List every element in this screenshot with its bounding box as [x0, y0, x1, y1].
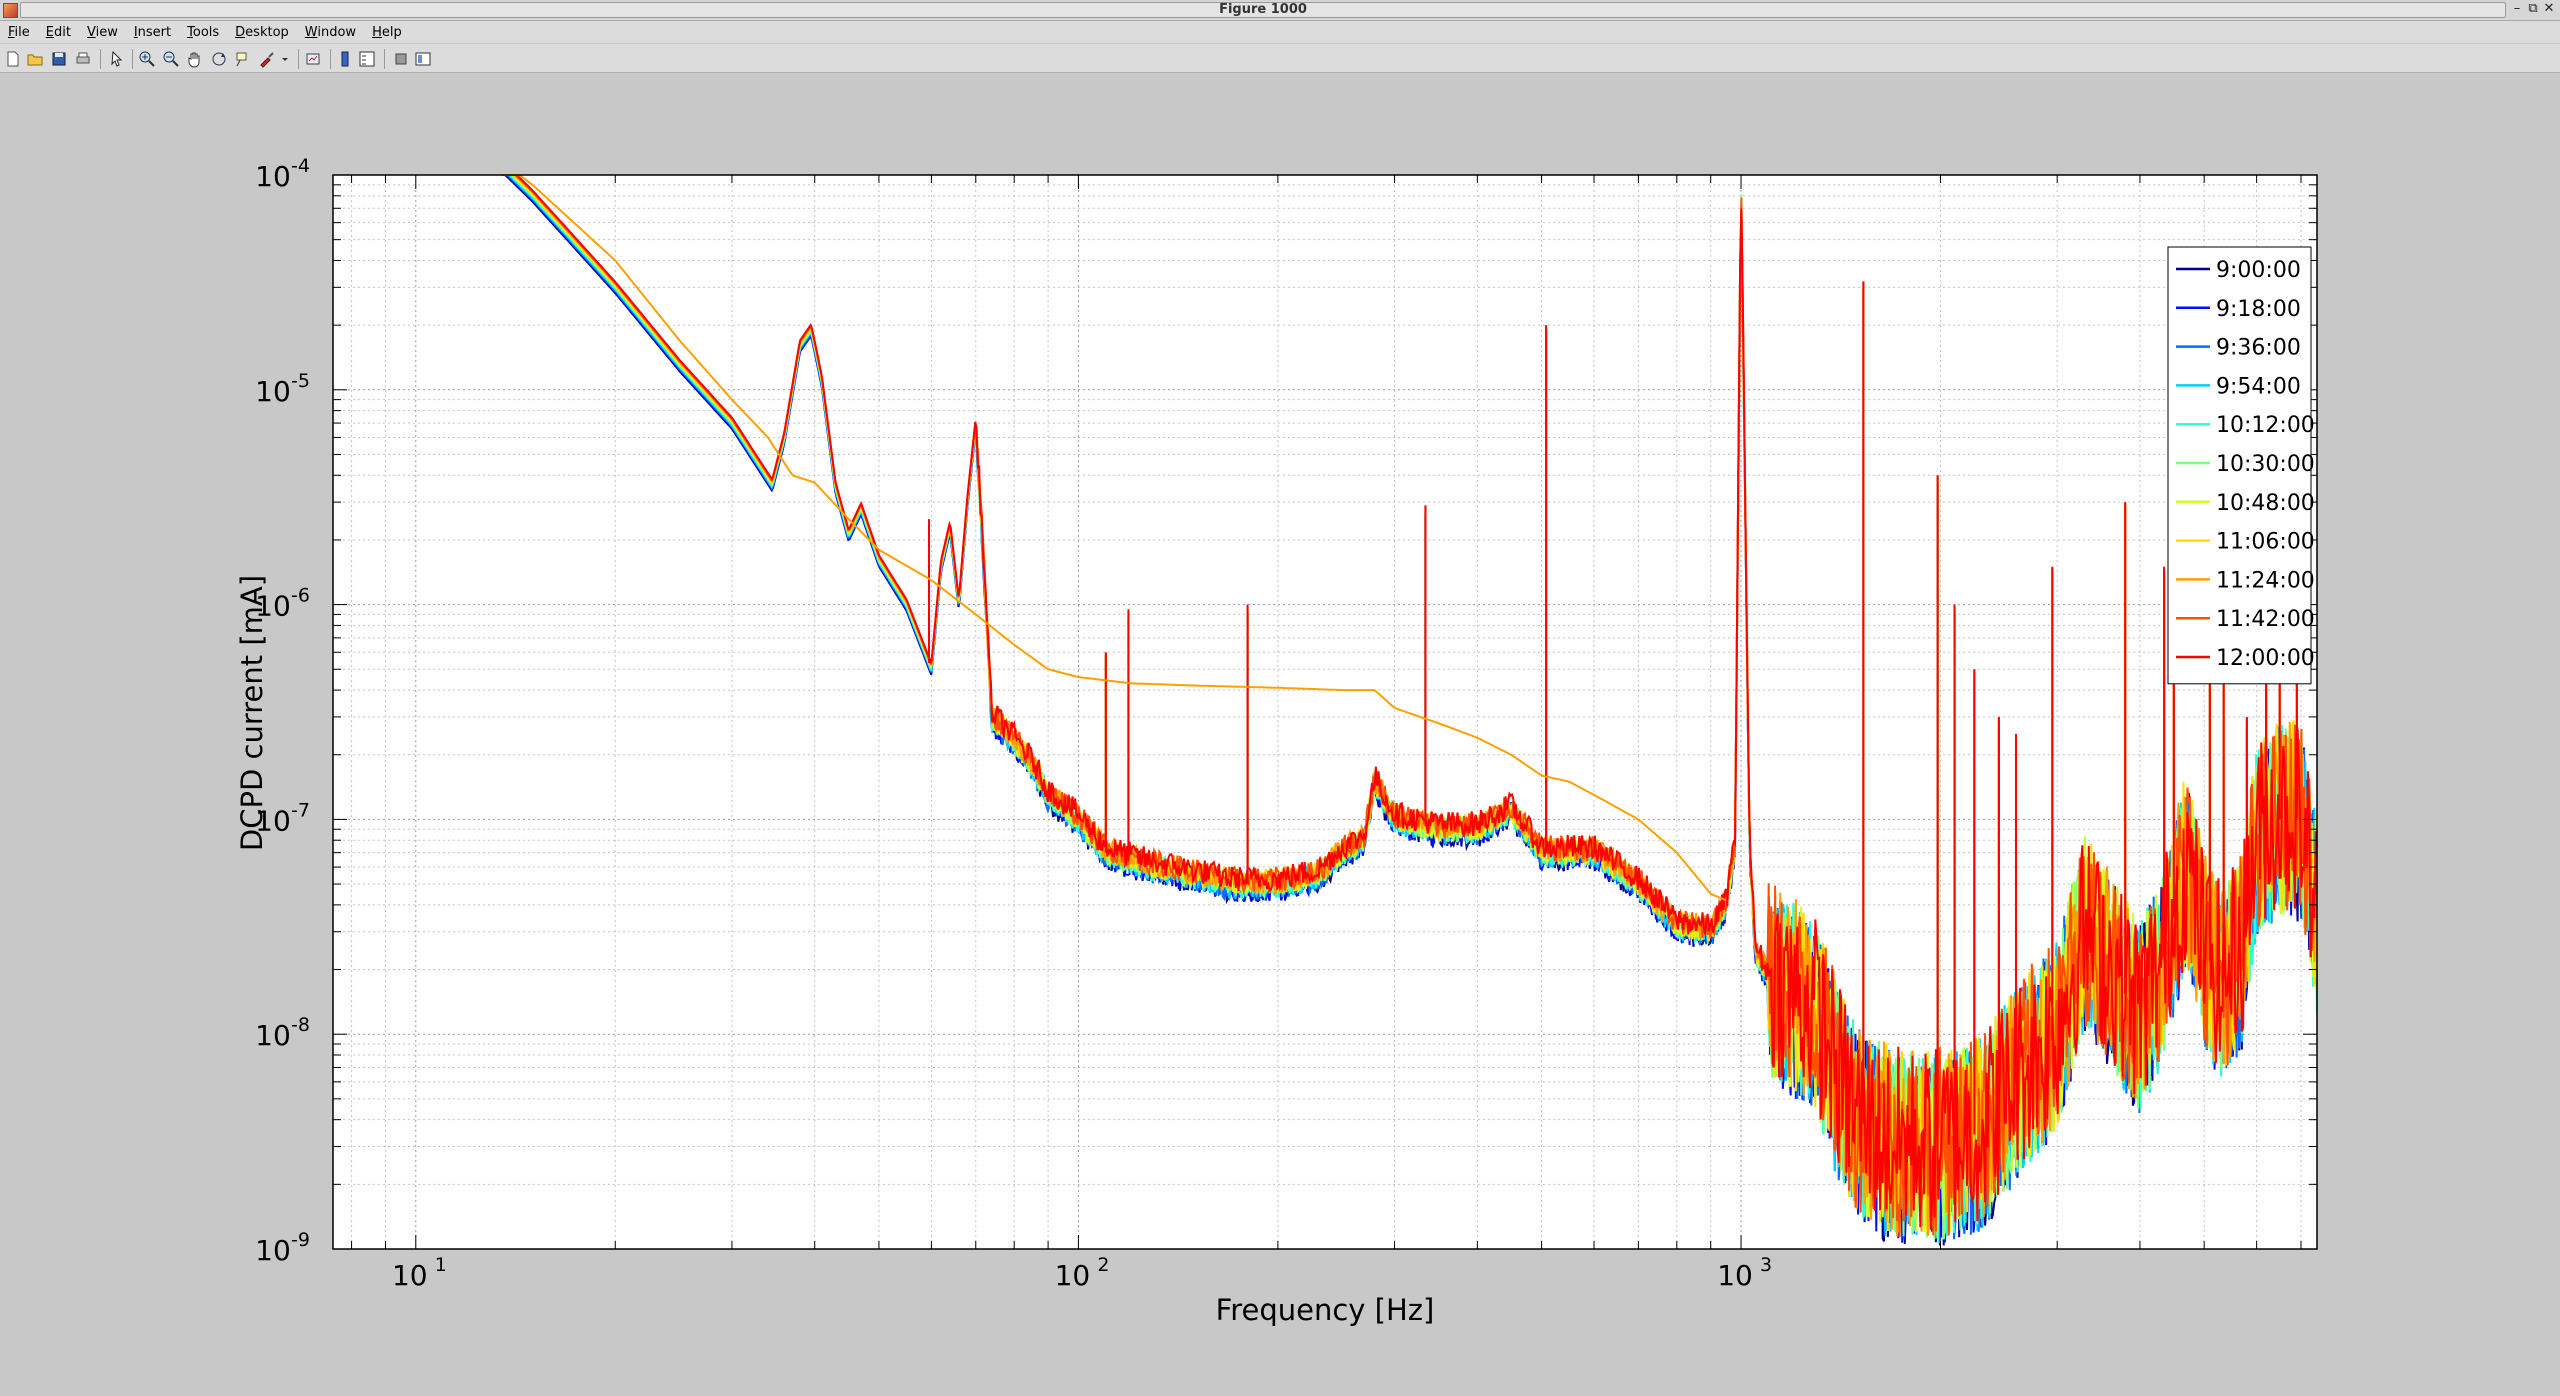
x-tick-exponent: 1	[435, 1254, 447, 1276]
y-tick-label: 10	[255, 1019, 291, 1052]
legend-entry-label: 10:30:00	[2216, 452, 2315, 477]
rotate-3d-icon[interactable]	[210, 50, 228, 68]
window-title: Figure 1000	[20, 2, 2506, 18]
brush-icon[interactable]	[258, 50, 276, 68]
brush-dropdown-icon[interactable]	[276, 50, 294, 68]
legend-entry-label: 9:00:00	[2216, 258, 2301, 283]
hide-plot-tools-icon[interactable]	[392, 50, 410, 68]
link-plot-icon[interactable]	[304, 50, 322, 68]
y-tick-exponent: -6	[291, 585, 310, 607]
edit-plot-arrow-icon[interactable]	[108, 50, 126, 68]
legend[interactable]: 9:00:00 9:18:00 9:36:00 9:54:00 10:12:00 10:3…	[2167, 246, 2315, 685]
menu-window[interactable]: Window	[297, 22, 364, 44]
print-icon[interactable]	[74, 50, 92, 68]
y-tick-exponent: -8	[291, 1014, 310, 1036]
toolbar-separator	[298, 49, 299, 69]
legend-entry-label: 9:18:00	[2216, 297, 2301, 322]
y-tick-label: 10	[255, 375, 291, 408]
menu-bar: File Edit View Insert Tools Desktop Window Help	[0, 21, 2560, 43]
x-tick-label: 10	[1055, 1259, 1091, 1292]
figure-toolbar	[0, 44, 2560, 73]
y-tick-exponent: -4	[291, 155, 310, 177]
minimize-icon[interactable]: –	[2510, 2, 2524, 16]
x-axis-label: Frequency [Hz]	[1216, 1293, 1435, 1327]
toolbar-separator	[384, 49, 385, 69]
show-plot-tools-icon[interactable]	[414, 50, 432, 68]
legend-entry-label: 11:06:00	[2216, 530, 2315, 555]
y-tick-exponent: -9	[291, 1229, 310, 1251]
toolbar-separator	[132, 49, 133, 69]
menu-desktop[interactable]: Desktop	[227, 22, 297, 44]
matlab-app-icon	[3, 3, 18, 18]
zoom-in-icon[interactable]	[138, 50, 156, 68]
menu-tools[interactable]: Tools	[179, 22, 227, 44]
figure-canvas: 10 1 10 2 10 3 10 -9 10 -8 10 -7 10 -6 10 -5 10 -4 Freque…	[0, 73, 2560, 1392]
legend-entry-label: 10:48:00	[2216, 491, 2315, 516]
legend-entry-label: 12:00:00	[2216, 646, 2315, 671]
restore-icon[interactable]: ⧉	[2526, 2, 2540, 16]
menu-insert[interactable]: Insert	[126, 22, 179, 44]
legend-entry-label: 11:42:00	[2216, 607, 2315, 632]
menu-edit[interactable]: Edit	[38, 22, 79, 44]
x-tick-exponent: 2	[1097, 1254, 1109, 1276]
zoom-out-icon[interactable]	[162, 50, 180, 68]
y-tick-exponent: -5	[291, 370, 310, 392]
toolbar-separator	[330, 49, 331, 69]
save-icon[interactable]	[50, 50, 68, 68]
data-cursor-icon[interactable]	[234, 50, 252, 68]
new-figure-icon[interactable]	[4, 50, 22, 68]
y-tick-label: 10	[255, 160, 291, 193]
legend-entry-label: 11:24:00	[2216, 568, 2315, 593]
menu-view[interactable]: View	[79, 22, 126, 44]
x-tick-exponent: 3	[1760, 1254, 1772, 1276]
colorbar-icon[interactable]	[336, 50, 354, 68]
close-icon[interactable]: ✕	[2542, 2, 2556, 16]
legend-entry-label: 9:54:00	[2216, 374, 2301, 399]
spectrum-plot[interactable]: 10 1 10 2 10 310 -910 -810 -710 -610 -510 -4 Freque…	[0, 73, 2560, 1392]
menu-help[interactable]: Help	[364, 22, 410, 44]
window-titlebar: Figure 1000 – ⧉ ✕	[0, 0, 2560, 21]
open-file-icon[interactable]	[26, 50, 44, 68]
legend-entry-label: 10:12:00	[2216, 413, 2315, 438]
x-tick-label: 10	[392, 1259, 428, 1292]
y-axis-label: DCPD current [mA]	[235, 575, 269, 851]
toolbar-separator	[100, 49, 101, 69]
y-tick-label: 10	[255, 1234, 291, 1267]
legend-entry-label: 9:36:00	[2216, 336, 2301, 361]
y-tick-exponent: -7	[291, 799, 310, 821]
menu-file[interactable]: File	[0, 22, 38, 44]
x-tick-label: 10	[1717, 1259, 1753, 1292]
legend-icon[interactable]	[358, 50, 376, 68]
pan-hand-icon[interactable]	[186, 50, 204, 68]
